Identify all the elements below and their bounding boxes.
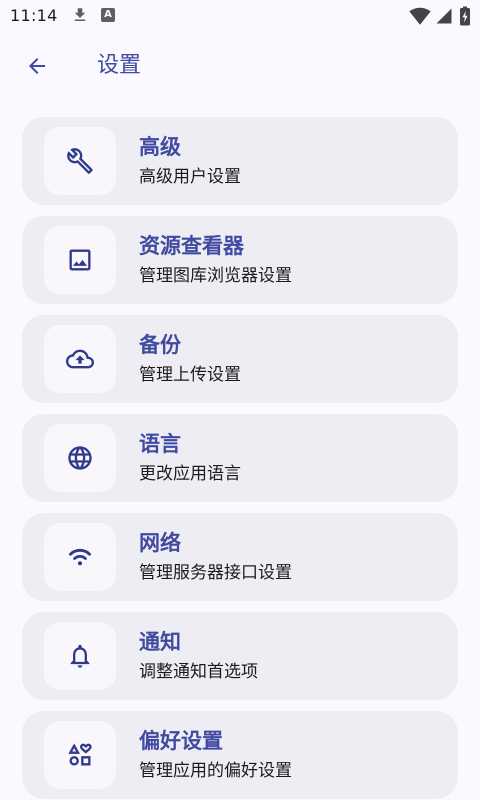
settings-item-advanced[interactable]: 高级 高级用户设置 (22, 117, 458, 205)
icon-tile (44, 325, 116, 393)
wifi-signal-icon (409, 7, 431, 25)
settings-item-subtitle: 高级用户设置 (139, 167, 241, 187)
icon-tile (44, 226, 116, 294)
icon-tile (44, 721, 116, 789)
settings-item-title: 高级 (139, 135, 181, 159)
cellular-signal-icon (436, 8, 452, 24)
icon-tile (44, 424, 116, 492)
wrench-icon (67, 148, 93, 174)
back-button[interactable] (13, 42, 61, 90)
text-app-notification-icon: A (101, 8, 115, 22)
battery-charging-icon (460, 6, 470, 26)
settings-item-network[interactable]: 网络 管理服务器接口设置 (22, 513, 458, 601)
settings-item-notifications[interactable]: 通知 调整通知首选项 (22, 612, 458, 700)
settings-item-subtitle: 管理服务器接口设置 (139, 563, 292, 583)
settings-item-subtitle: 管理图库浏览器设置 (139, 266, 292, 286)
settings-item-backup[interactable]: 备份 管理上传设置 (22, 315, 458, 403)
download-icon (74, 8, 86, 21)
settings-item-language[interactable]: 语言 更改应用语言 (22, 414, 458, 502)
settings-item-subtitle: 管理上传设置 (139, 365, 241, 385)
icon-tile (44, 523, 116, 591)
settings-item-subtitle: 更改应用语言 (139, 464, 241, 484)
icon-tile (44, 622, 116, 690)
icon-tile (44, 127, 116, 195)
globe-icon (68, 446, 92, 470)
status-bar: 11:14 A (0, 0, 480, 32)
cloud-upload-icon (66, 349, 94, 369)
settings-item-subtitle: 调整通知首选项 (139, 662, 258, 682)
bell-icon (70, 644, 90, 668)
settings-item-preferences[interactable]: 偏好设置 管理应用的偏好设置 (22, 711, 458, 799)
settings-item-title: 网络 (139, 531, 181, 555)
settings-item-title: 备份 (139, 333, 181, 357)
settings-item-title: 资源查看器 (139, 234, 244, 258)
page-title: 设置 (97, 53, 142, 78)
settings-list: 高级 高级用户设置 资源查看器 管理图库浏览器设置 备份 管理上传设置 语言 更… (22, 117, 458, 799)
shapes-icon (68, 743, 92, 766)
settings-item-title: 偏好设置 (139, 729, 223, 753)
arrow-back-icon (29, 58, 45, 74)
wifi-icon (69, 549, 91, 566)
status-time: 11:14 (10, 6, 58, 25)
settings-item-title: 语言 (139, 432, 181, 456)
settings-item-subtitle: 管理应用的偏好设置 (139, 761, 292, 781)
settings-item-viewer[interactable]: 资源查看器 管理图库浏览器设置 (22, 216, 458, 304)
image-icon (69, 249, 91, 271)
settings-screen: 11:14 A 设置 高级 高级用户设置 资源查看器 管理图库浏览器设置 备份 … (0, 0, 480, 800)
settings-item-title: 通知 (139, 630, 181, 654)
